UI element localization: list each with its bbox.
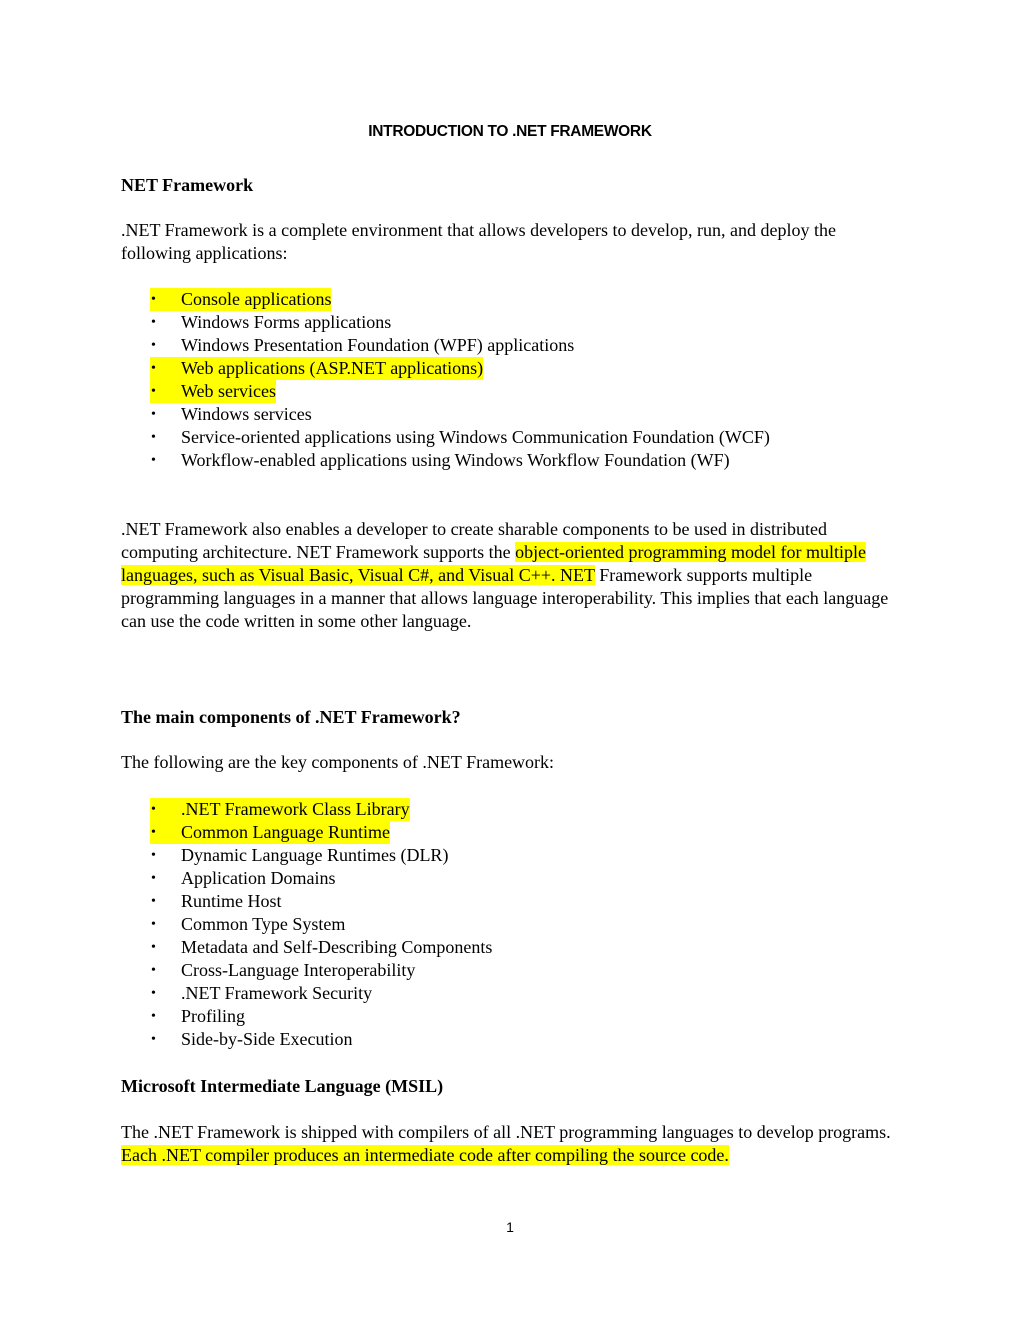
list-item-content: Web applications (ASP.NET applications)	[150, 357, 484, 380]
bullet-icon: •	[151, 315, 156, 330]
list-item-content: Common Language Runtime	[150, 821, 390, 844]
list-item: • Common Language Runtime	[150, 821, 492, 844]
components-list: • .NET Framework Class Library • Common Lan…	[150, 798, 492, 1051]
section-heading-net-framework: NET Framework	[121, 175, 254, 195]
list-item: • .NET Framework Security	[150, 982, 492, 1005]
bullet-icon: •	[151, 848, 156, 863]
bullet-icon: •	[151, 1032, 156, 1047]
bullet-icon: •	[151, 894, 156, 909]
list-item: • Cross-Language Interoperability	[150, 959, 492, 982]
msil-paragraph: The .NET Framework is shipped with compi…	[121, 1121, 901, 1167]
list-item: • Workflow-enabled applications using Win…	[150, 449, 770, 472]
list-item-text: Windows Presentation Foundation (WPF) ap…	[181, 335, 575, 355]
bullet-icon: •	[151, 453, 156, 468]
bullet-icon: •	[151, 917, 156, 932]
list-item-text: Dynamic Language Runtimes (DLR)	[181, 845, 449, 865]
list-item-content: .NET Framework Class Library	[150, 798, 410, 821]
list-item-text: .NET Framework Class Library	[181, 799, 410, 819]
page-number: 1	[506, 1219, 514, 1235]
paragraph-text: The .NET Framework is shipped with compi…	[121, 1122, 891, 1142]
list-item-text: Console applications	[181, 289, 332, 309]
list-item: • Service-oriented applications using Win…	[150, 426, 770, 449]
list-item: • Web services	[150, 380, 770, 403]
list-item-content: Side-by-Side Execution	[181, 1029, 352, 1049]
bullet-icon: •	[151, 1009, 156, 1024]
bullet-icon: •	[151, 963, 156, 978]
section-heading-msil: Microsoft Intermediate Language (MSIL)	[121, 1076, 444, 1096]
list-item-text: Windows Forms applications	[181, 312, 392, 332]
highlighted-text: Each .NET compiler produces an intermedi…	[121, 1145, 729, 1165]
section-heading-main-components: The main components of .NET Framework?	[121, 707, 461, 727]
list-item-content: Windows Forms applications	[181, 312, 391, 332]
list-item-content: Runtime Host	[181, 891, 282, 911]
list-item-text: Service-oriented applications using Wind…	[181, 427, 770, 447]
bullet-icon: •	[151, 430, 156, 445]
list-item-text: .NET Framework Security	[181, 983, 373, 1003]
list-item-content: Profiling	[181, 1006, 245, 1026]
list-item-content: Metadata and Self-Describing Components	[181, 937, 492, 957]
list-item-content: .NET Framework Security	[181, 983, 372, 1003]
applications-list: • Console applications • Windows Forms appl…	[150, 288, 770, 472]
bullet-icon: •	[151, 940, 156, 955]
bullet-icon: •	[151, 292, 156, 307]
document-title: INTRODUCTION TO .NET FRAMEWORK	[368, 123, 652, 140]
list-item-text: Application Domains	[181, 868, 336, 888]
components-intro-paragraph: The following are the key components of …	[121, 752, 555, 772]
list-item-content: Cross-Language Interoperability	[181, 960, 415, 980]
list-item: • Side-by-Side Execution	[150, 1028, 492, 1051]
bullet-icon: •	[151, 361, 156, 376]
list-item-text: Common Type System	[181, 914, 346, 934]
list-item: • Windows Forms applications	[150, 311, 770, 334]
list-item-text: Profiling	[181, 1006, 246, 1026]
list-item-text: Web applications (ASP.NET applications)	[181, 358, 484, 378]
list-item-text: Runtime Host	[181, 891, 282, 911]
list-item-content: Dynamic Language Runtimes (DLR)	[181, 845, 448, 865]
list-item: • Profiling	[150, 1005, 492, 1028]
list-item: • Metadata and Self-Describing Components	[150, 936, 492, 959]
list-item: • Common Type System	[150, 913, 492, 936]
list-item: • Windows services	[150, 403, 770, 426]
list-item: • Application Domains	[150, 867, 492, 890]
intro-paragraph: .NET Framework is a complete environment…	[121, 220, 836, 263]
list-item-text: Side-by-Side Execution	[181, 1029, 353, 1049]
list-item-content: Windows services	[181, 404, 312, 424]
list-item-text: Windows services	[181, 404, 312, 424]
bullet-icon: •	[151, 986, 156, 1001]
list-item: • Dynamic Language Runtimes (DLR)	[150, 844, 492, 867]
list-item-text: Cross-Language Interoperability	[181, 960, 416, 980]
list-item-content: Workflow-enabled applications using Wind…	[181, 450, 730, 470]
bullet-icon: •	[151, 407, 156, 422]
list-item: • Console applications	[150, 288, 770, 311]
document-page: INTRODUCTION TO .NET FRAMEWORK NET Frame…	[0, 0, 1020, 1320]
bullet-icon: •	[151, 384, 156, 399]
bullet-icon: •	[151, 871, 156, 886]
list-item-content: Application Domains	[181, 868, 335, 888]
bullet-icon: •	[151, 825, 156, 840]
list-item-text: Workflow-enabled applications using Wind…	[181, 450, 730, 470]
components-paragraph: .NET Framework also enables a developer …	[121, 518, 901, 633]
bullet-icon: •	[151, 338, 156, 353]
list-item: • Windows Presentation Foundation (WPF) a…	[150, 334, 770, 357]
list-item-content: Common Type System	[181, 914, 345, 934]
bullet-icon: •	[151, 802, 156, 817]
list-item: • Runtime Host	[150, 890, 492, 913]
list-item: • Web applications (ASP.NET applications)	[150, 357, 770, 380]
list-item: • .NET Framework Class Library	[150, 798, 492, 821]
list-item-text: Metadata and Self-Describing Components	[181, 937, 493, 957]
list-item-text: Common Language Runtime	[181, 822, 390, 842]
list-item-content: Service-oriented applications using Wind…	[181, 427, 770, 447]
list-item-content: Windows Presentation Foundation (WPF) ap…	[181, 335, 574, 355]
list-item-text: Web services	[181, 381, 277, 401]
